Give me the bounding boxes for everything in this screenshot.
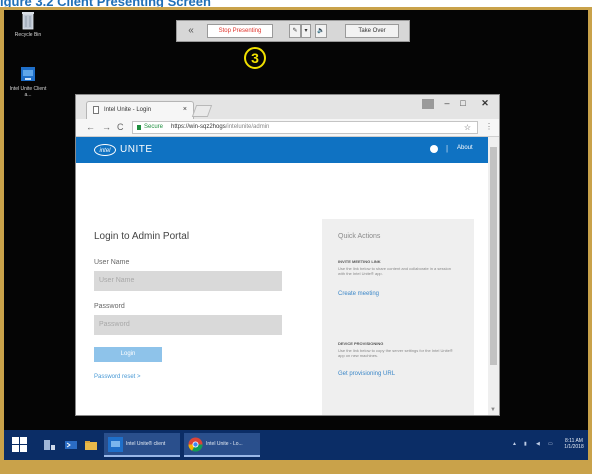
minimize-button[interactable]: – [440, 98, 454, 110]
url-input[interactable]: Secure https://win-sqz2hogs/intelunite/a… [132, 121, 478, 134]
password-label: Password [94, 303, 125, 310]
page-scrollbar[interactable]: ▼ [488, 137, 499, 415]
stop-presenting-button[interactable]: Stop Presenting [207, 24, 273, 38]
taskbar-app-label: Intel Unite® client [126, 441, 166, 447]
windows-logo-pane [12, 445, 19, 452]
username-field[interactable]: User Name [94, 271, 282, 291]
taskbar: Intel Unite® client Intel Unite - Lo... … [4, 430, 588, 460]
login-title: Login to Admin Portal [94, 231, 190, 242]
invite-heading: INVITE MEETING LINK [338, 259, 381, 264]
chrome-taskbar-icon [188, 437, 203, 452]
speaker-icon[interactable]: 🔈 [315, 24, 327, 38]
taskbar-clock[interactable]: 8:11 AM 1/1/2018 [562, 438, 586, 450]
reload-button[interactable]: C [117, 121, 124, 133]
file-explorer-icon[interactable] [84, 438, 98, 452]
address-bar-row: ← → C Secure https://win-sqz2hogs/intelu… [76, 119, 499, 137]
taskbar-app-label: Intel Unite - Lo... [206, 441, 243, 447]
intel-unite-taskbar-icon [108, 437, 123, 452]
powershell-icon[interactable] [64, 438, 78, 452]
page-viewport: intel UNITE | About Login to Admin Portal… [76, 137, 488, 415]
remote-desktop: Recycle Bin Intel Unite Client a... « St… [4, 10, 588, 460]
windows-logo-pane [20, 437, 27, 444]
taskbar-app-chrome[interactable]: Intel Unite - Lo... [184, 433, 260, 457]
url-host: https://win-sqz2hogs [171, 124, 226, 130]
back-button[interactable]: ← [86, 121, 95, 133]
provisioning-description: Use the link below to copy the server se… [338, 348, 453, 358]
header-separator: | [446, 144, 449, 153]
scrollbar-thumb[interactable] [490, 147, 497, 365]
tab-label: Intel Unite - Login [104, 107, 152, 113]
desktop-icon-label: Intel Unite Client a... [9, 86, 47, 98]
invite-description: Use the link below to share content and … [338, 266, 451, 276]
desktop-icon-intel-unite-client[interactable]: Intel Unite Client a... [8, 66, 48, 98]
pen-icon[interactable]: ✎ [289, 24, 301, 38]
unite-wordmark: UNITE [120, 144, 153, 155]
intel-logo: intel [94, 144, 116, 156]
chevron-down-icon[interactable]: ▾ [301, 24, 311, 38]
taskbar-app-intel-unite[interactable]: Intel Unite® client [104, 433, 180, 457]
network-icon[interactable]: ▮ [524, 441, 527, 447]
username-label: User Name [94, 259, 130, 266]
browser-titlebar[interactable]: Intel Unite - Login × – □ ✕ [76, 95, 499, 119]
volume-icon[interactable]: ◀ [536, 441, 540, 447]
tray-arrow-icon[interactable]: ▲ [512, 441, 517, 447]
browser-tab[interactable]: Intel Unite - Login × [86, 101, 194, 119]
intel-unite-logo: intel UNITE [94, 143, 153, 158]
presenting-toolbar: « Stop Presenting ✎ ▾ 🔈 Take Over [176, 20, 410, 42]
url-path: /intelunite/admin [225, 124, 270, 130]
maximize-button[interactable]: □ [456, 98, 470, 110]
desktop-icon-recycle-bin[interactable]: Recycle Bin [8, 10, 48, 38]
browser-menu-icon[interactable]: ⋮ [485, 122, 493, 131]
new-tab-button[interactable] [191, 105, 213, 117]
get-provisioning-url-link[interactable]: Get provisioning URL [338, 371, 395, 377]
provisioning-heading: DEVICE PROVISIONING [338, 341, 384, 346]
windows-logo-icon [12, 437, 19, 444]
server-manager-icon[interactable] [42, 438, 56, 452]
create-meeting-link[interactable]: Create meeting [338, 291, 379, 297]
close-window-button[interactable]: ✕ [476, 98, 494, 110]
desktop-icon-label: Recycle Bin [14, 32, 42, 38]
step-number-badge: 3 [244, 47, 266, 69]
secure-label: Secure [144, 124, 164, 130]
scroll-down-icon[interactable]: ▼ [490, 407, 496, 413]
user-profile-icon[interactable] [422, 99, 434, 109]
url-text: https://win-sqz2hogs/intelunite/admin [171, 122, 269, 133]
clock-date: 1/1/2018 [564, 444, 584, 450]
collapse-toolbar-button[interactable]: « [183, 24, 199, 38]
app-header: intel UNITE | About [76, 137, 488, 163]
tab-close-icon[interactable]: × [183, 102, 187, 118]
login-button[interactable]: Login [94, 347, 162, 362]
quick-actions-panel: Quick Actions INVITE MEETING LINK Use th… [322, 219, 474, 415]
start-button[interactable] [12, 437, 28, 453]
globe-icon[interactable] [430, 145, 438, 153]
quick-actions-title: Quick Actions [338, 233, 381, 240]
keyboard-icon[interactable]: ▭ [548, 441, 553, 447]
page-icon [93, 106, 99, 114]
take-over-button[interactable]: Take Over [345, 24, 399, 38]
recycle-bin-icon [22, 12, 34, 30]
forward-button[interactable]: → [102, 121, 111, 133]
browser-window: Intel Unite - Login × – □ ✕ ← → C Secure… [75, 94, 500, 416]
windows-logo-pane [20, 445, 27, 452]
password-field[interactable]: Password [94, 315, 282, 335]
bookmark-star-icon[interactable]: ☆ [464, 122, 471, 133]
intel-unite-client-icon [21, 67, 35, 81]
lock-icon [137, 125, 141, 130]
about-link[interactable]: About [457, 145, 473, 151]
password-reset-link[interactable]: Password reset > [94, 374, 141, 380]
